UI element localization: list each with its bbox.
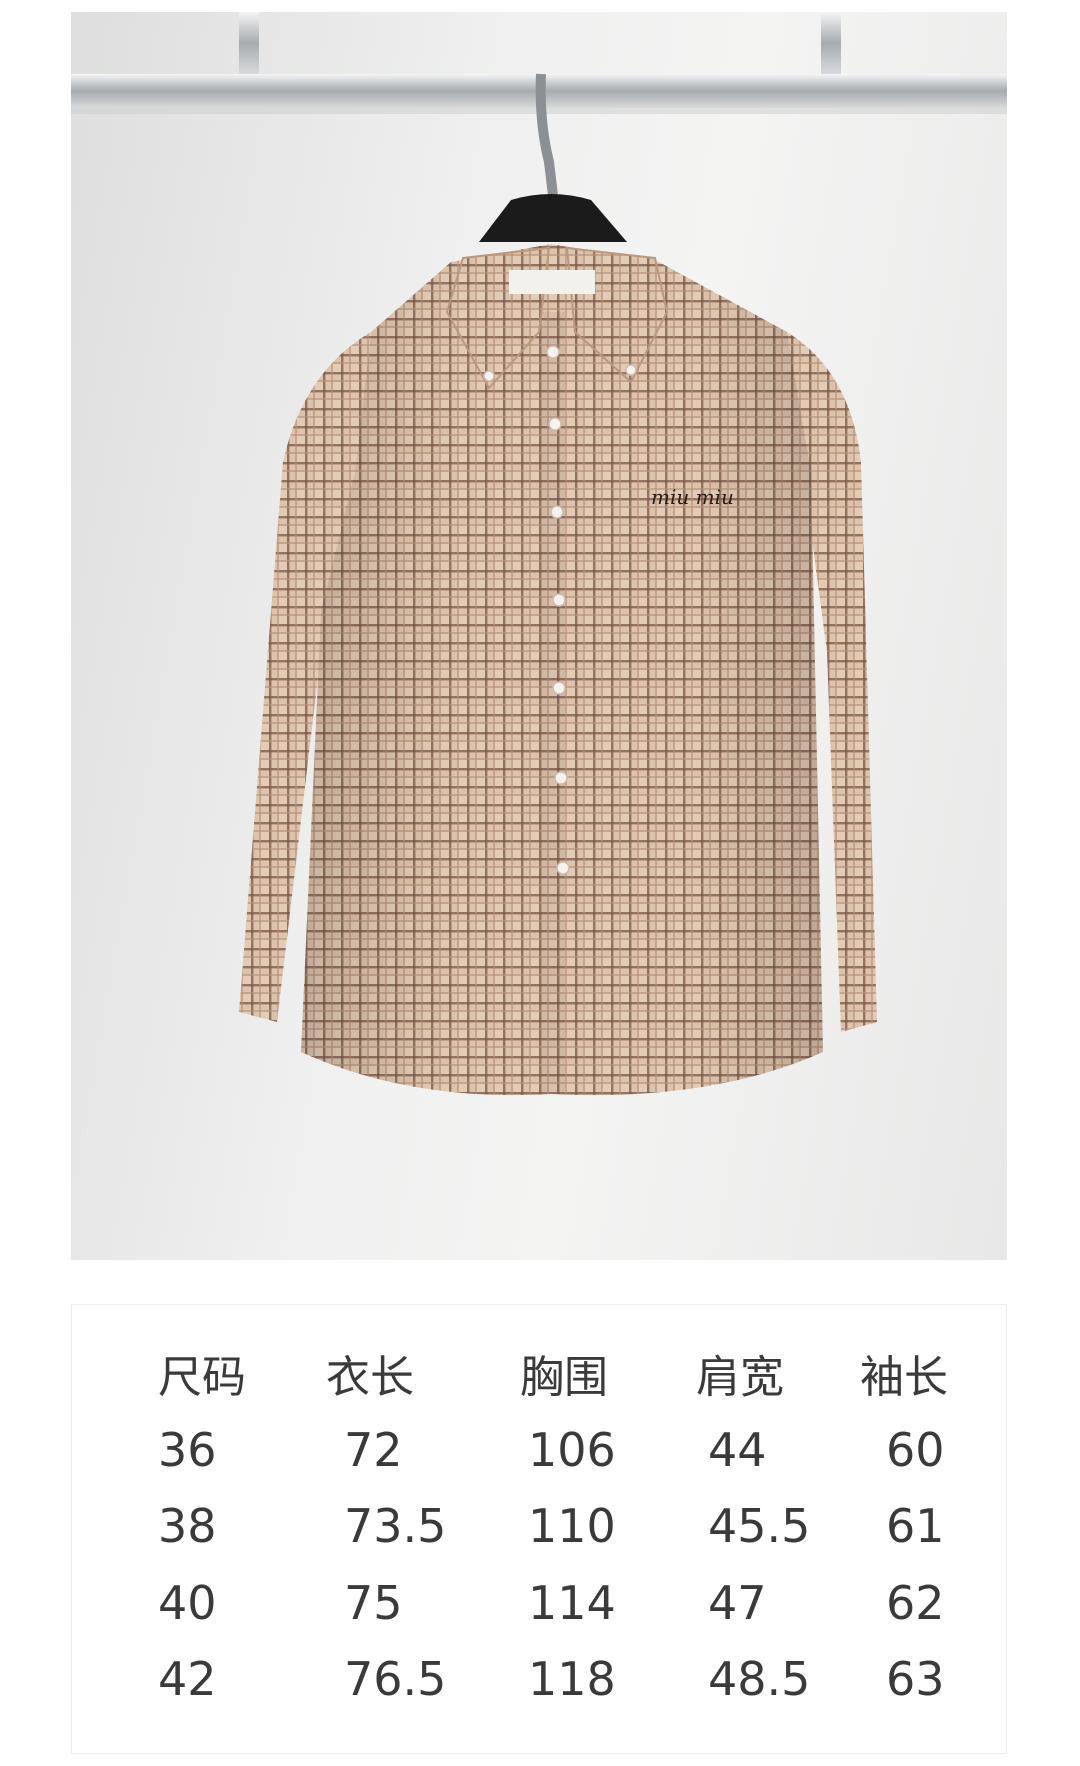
cell-shoulder: 48.5 [708, 1652, 811, 1707]
header-length: 衣长 [326, 1352, 414, 1404]
header-shoulder: 肩宽 [696, 1352, 784, 1404]
shirt-illustration: miu miu [71, 12, 1007, 1096]
cell-shoulder: 45.5 [708, 1499, 811, 1554]
cell-size: 40 [158, 1575, 217, 1630]
shirt: miu miu [239, 244, 877, 1096]
cell-sleeve: 60 [886, 1422, 945, 1477]
table-row: 40 75 114 47 62 [158, 1565, 1006, 1642]
cell-shoulder: 44 [708, 1422, 767, 1477]
cell-sleeve: 61 [886, 1499, 945, 1554]
product-photo: miu miu [71, 12, 1007, 1260]
table-row: 38 73.5 110 45.5 61 [158, 1488, 1006, 1565]
cell-size: 36 [158, 1422, 217, 1477]
cell-chest: 106 [528, 1422, 616, 1477]
header-sleeve: 袖长 [860, 1352, 948, 1404]
cell-size: 42 [158, 1652, 217, 1707]
cell-length: 72 [344, 1422, 403, 1477]
header-size: 尺码 [158, 1352, 246, 1404]
cell-shoulder: 47 [708, 1575, 767, 1630]
cell-chest: 114 [528, 1575, 616, 1630]
cell-sleeve: 62 [886, 1575, 945, 1630]
cell-sleeve: 63 [886, 1652, 945, 1707]
size-chart-table: 尺码 衣长 胸围 肩宽 袖长 36 72 106 44 60 38 73.5 1… [158, 1335, 1006, 1718]
size-chart-card: 尺码 衣长 胸围 肩宽 袖长 36 72 106 44 60 38 73.5 1… [71, 1304, 1007, 1754]
cell-length: 73.5 [344, 1499, 447, 1554]
cell-length: 76.5 [344, 1652, 447, 1707]
header-chest: 胸围 [520, 1352, 608, 1404]
cell-length: 75 [344, 1575, 403, 1630]
cell-size: 38 [158, 1499, 217, 1554]
shirt-logo: miu miu [651, 485, 734, 509]
table-row: 42 76.5 118 48.5 63 [158, 1641, 1006, 1718]
cell-chest: 118 [528, 1652, 616, 1707]
table-row: 36 72 106 44 60 [158, 1412, 1006, 1489]
cell-chest: 110 [528, 1499, 616, 1554]
size-chart-header-row: 尺码 衣长 胸围 肩宽 袖长 [158, 1335, 1006, 1412]
